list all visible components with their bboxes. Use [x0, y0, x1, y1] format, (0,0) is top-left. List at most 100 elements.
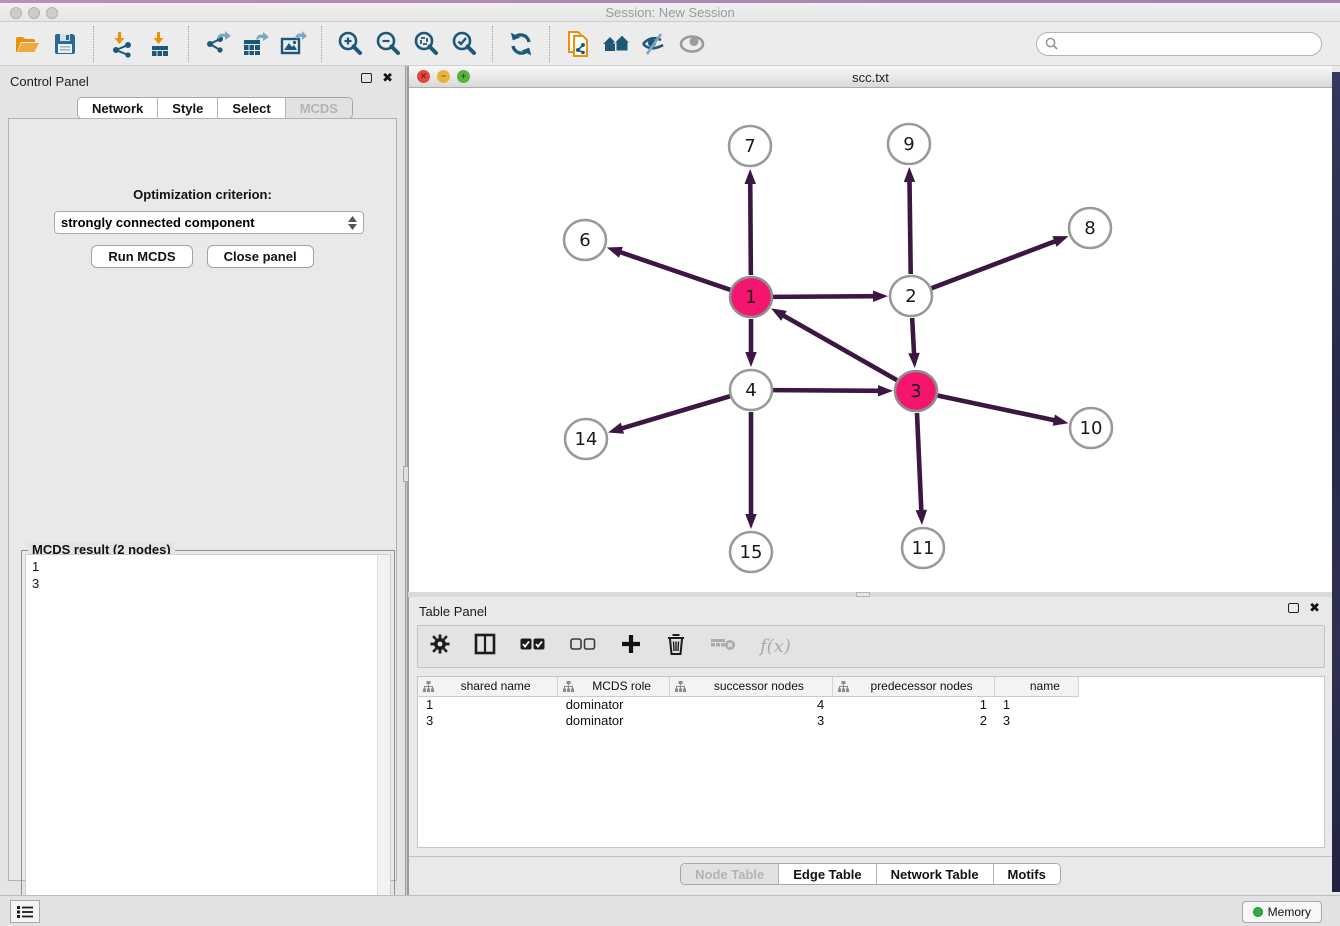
split-columns-icon[interactable] [474, 633, 496, 660]
tab-network[interactable]: Network [78, 98, 158, 118]
export-network-icon[interactable] [198, 26, 236, 62]
column-header[interactable]: predecessor nodes [832, 677, 995, 696]
close-panel-button[interactable]: Close panel [207, 245, 314, 268]
graph-edge[interactable] [773, 296, 876, 297]
memory-label: Memory [1268, 905, 1311, 919]
import-network-glyph [108, 30, 136, 58]
tab-node-table[interactable]: Node Table [681, 864, 779, 884]
tab-style[interactable]: Style [158, 98, 218, 118]
graph-edge[interactable] [912, 318, 914, 356]
close-panel-icon[interactable]: ✖ [1309, 603, 1320, 613]
graph-edge[interactable] [620, 396, 730, 429]
apply-layout-icon[interactable] [502, 26, 540, 62]
result-scrollbar[interactable] [377, 555, 390, 926]
table-toolbar: f(x) [417, 625, 1325, 668]
graph-edge-arrowhead [916, 510, 927, 525]
run-mcds-button[interactable]: Run MCDS [91, 245, 192, 268]
task-history-button[interactable] [10, 900, 40, 923]
table-cell: dominator [558, 712, 670, 728]
graph-edge[interactable] [932, 240, 1058, 288]
graph-node-label: 2 [905, 286, 916, 307]
export-image-icon[interactable] [274, 26, 312, 62]
toolbar-separator [188, 26, 189, 62]
zoom-fit-icon[interactable] [407, 26, 445, 62]
graph-edge-arrowhead [878, 385, 893, 396]
import-network-icon[interactable] [103, 26, 141, 62]
toolbar-separator [93, 26, 94, 62]
tab-select[interactable]: Select [218, 98, 285, 118]
open-file-icon[interactable] [8, 26, 46, 62]
tab-edge-table[interactable]: Edge Table [779, 864, 876, 884]
search-field[interactable] [1036, 32, 1322, 56]
zoom-fit-glyph [412, 30, 440, 58]
delete-column-icon[interactable] [666, 633, 686, 660]
search-icon [1045, 37, 1058, 50]
search-input[interactable] [1063, 37, 1313, 51]
graph-edge[interactable] [909, 179, 910, 274]
graph-edge[interactable] [773, 390, 881, 391]
graph-node-label: 8 [1084, 218, 1095, 239]
graph-edge-arrowhead [1052, 236, 1068, 247]
criterion-select[interactable]: strongly connected component [54, 211, 364, 234]
tab-mcds[interactable]: MCDS [286, 98, 352, 118]
export-image-glyph [279, 30, 307, 58]
graph-edge[interactable] [750, 181, 751, 275]
graph-edge-arrowhead [908, 353, 919, 368]
add-column-icon[interactable] [620, 633, 642, 660]
zoom-in-glyph [336, 30, 364, 58]
toolbar-separator [549, 26, 550, 62]
graph-node-label: 10 [1080, 418, 1103, 439]
zoom-selected-icon[interactable] [445, 26, 483, 62]
table-panel-header: Table Panel ✖ [409, 597, 1332, 623]
float-panel-icon[interactable] [1288, 603, 1299, 613]
zoom-out-icon[interactable] [369, 26, 407, 62]
settings-icon[interactable] [430, 634, 450, 659]
graph-edge[interactable] [618, 251, 730, 289]
eye-slash-glyph [639, 30, 669, 58]
network-canvas[interactable]: 1234678910111415 [409, 88, 1333, 592]
graph-edge-arrowhead [745, 169, 756, 184]
table-panel-title: Table Panel [419, 604, 487, 619]
column-header[interactable]: shared name [418, 677, 558, 696]
table-header-row: shared nameMCDS rolesuccessor nodesprede… [418, 677, 1324, 696]
table-row[interactable]: 3dominator323 [418, 712, 1324, 728]
show-hidden-icon[interactable] [673, 26, 711, 62]
table-cell: 4 [670, 696, 833, 712]
tab-motifs[interactable]: Motifs [994, 864, 1060, 884]
clone-network-glyph [564, 30, 592, 58]
clone-network-icon[interactable] [559, 26, 597, 62]
memory-button[interactable]: Memory [1242, 901, 1322, 923]
graph-edge[interactable] [781, 314, 896, 380]
graph-node-label: 11 [912, 538, 935, 559]
table-row[interactable]: 1dominator411 [418, 696, 1324, 712]
graph-edge[interactable] [917, 413, 921, 513]
deselect-all-icon[interactable] [570, 637, 596, 656]
column-header[interactable]: MCDS role [558, 677, 670, 696]
select-all-icon[interactable] [520, 637, 546, 656]
window-title: Session: New Session [0, 5, 1340, 20]
mcds-result-box: MCDS result (2 nodes) 1 3 [21, 550, 395, 926]
function-builder-icon[interactable]: f(x) [760, 636, 791, 657]
float-panel-icon[interactable] [361, 73, 372, 83]
hide-selected-icon[interactable] [635, 26, 673, 62]
table-cell: 3 [995, 712, 1079, 728]
import-table-glyph [146, 30, 174, 58]
network-overview-icon[interactable] [597, 26, 635, 62]
graph-node-label: 15 [740, 542, 763, 563]
export-table-icon[interactable] [236, 26, 274, 62]
mcds-panel: Optimization criterion: strongly connect… [8, 118, 397, 881]
zoom-in-icon[interactable] [331, 26, 369, 62]
column-header[interactable]: name [995, 677, 1079, 696]
mcds-result-text[interactable]: 1 3 [25, 554, 391, 926]
destroy-table-icon[interactable] [710, 635, 736, 658]
close-panel-icon[interactable]: ✖ [382, 73, 393, 83]
graph-node-label: 1 [745, 287, 756, 308]
column-header[interactable]: successor nodes [670, 677, 833, 696]
graph-node-label: 9 [903, 134, 914, 155]
import-table-icon[interactable] [141, 26, 179, 62]
save-session-icon[interactable] [46, 26, 84, 62]
network-titlebar: ✕ − + scc.txt [409, 66, 1332, 88]
graph-edge-arrowhead [607, 247, 623, 258]
tab-network-table[interactable]: Network Table [877, 864, 994, 884]
graph-edge[interactable] [938, 396, 1057, 421]
